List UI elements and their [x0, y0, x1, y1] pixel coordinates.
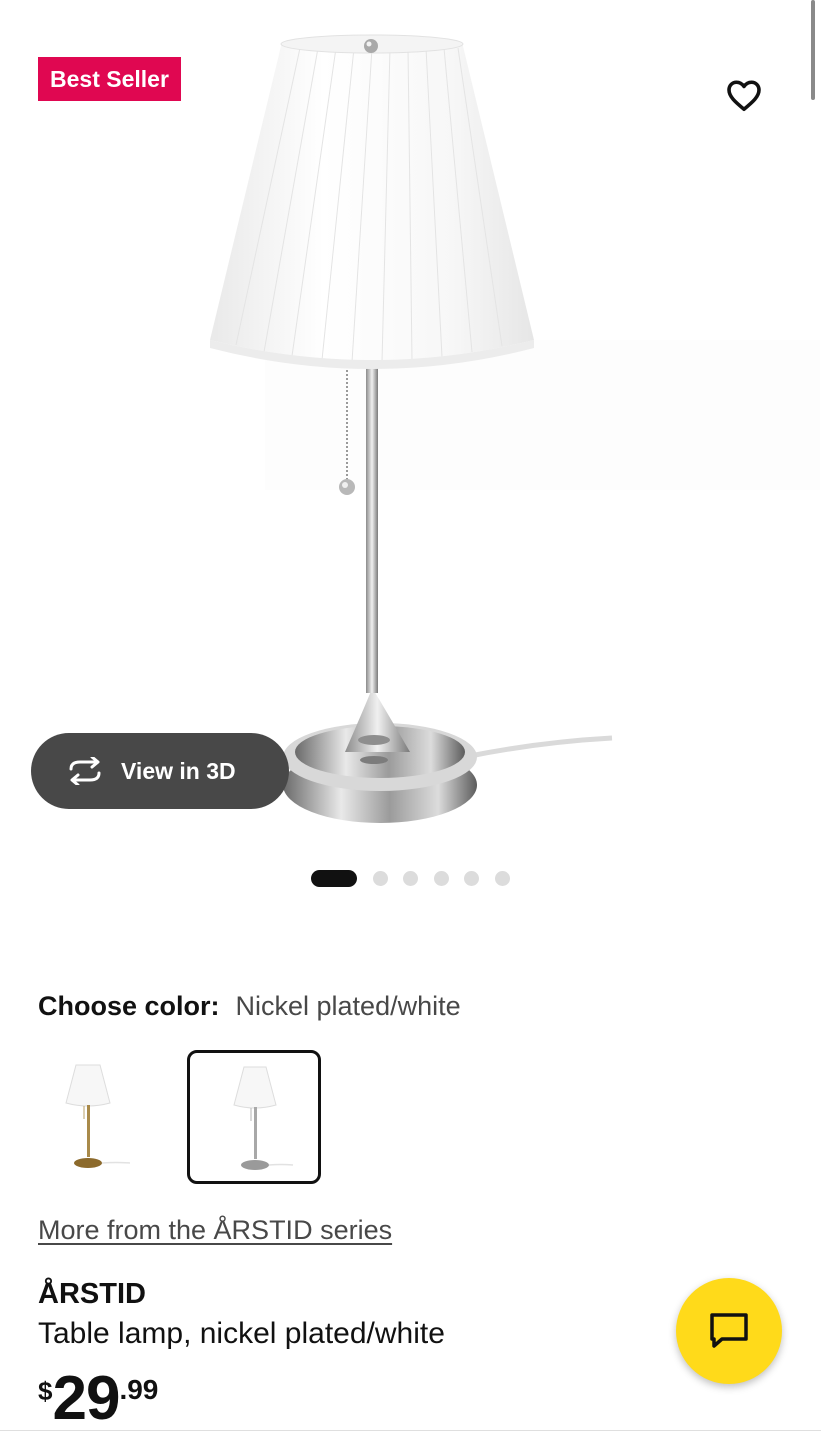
product-name: ÅRSTID — [38, 1278, 146, 1310]
price-integer: 29 — [52, 1364, 120, 1433]
chat-bubble-icon — [710, 1313, 748, 1348]
product-price: $ 29 .99 — [38, 1364, 158, 1434]
color-option-brass-white[interactable] — [26, 1050, 156, 1180]
product-image-lamp — [210, 34, 613, 823]
best-seller-badge: Best Seller — [38, 57, 181, 101]
gallery-pagination — [311, 869, 510, 887]
series-link[interactable]: More from the ÅRSTID series — [38, 1215, 392, 1246]
pagination-dot[interactable] — [372, 870, 388, 886]
pagination-dot[interactable] — [464, 870, 479, 886]
selected-color-value: Nickel plated/white — [235, 991, 461, 1021]
rotate-3d-icon — [63, 756, 107, 786]
lamp-thumbnail-brass — [65, 1064, 131, 1168]
pagination-dot[interactable] — [433, 870, 449, 886]
view-in-3d-label: View in 3D — [121, 757, 236, 784]
price-currency: $ — [38, 1376, 53, 1406]
divider — [0, 1430, 821, 1431]
lamp-thumbnail-nickel — [233, 1066, 294, 1170]
heart-outline-icon — [727, 80, 761, 112]
product-image-gallery[interactable]: Best Seller View in 3D — [0, 0, 821, 900]
chat-button[interactable] — [676, 1278, 782, 1384]
price-decimal: .99 — [119, 1374, 159, 1405]
choose-color-label: Choose color: — [38, 991, 220, 1021]
product-page: Best Seller View in 3D Choose color: Nic… — [0, 0, 821, 1440]
pagination-dot-active[interactable] — [311, 869, 357, 887]
product-description: Table lamp, nickel plated/white — [38, 1317, 445, 1350]
color-option-nickel-white[interactable] — [187, 1050, 321, 1184]
favorite-button[interactable] — [722, 73, 766, 117]
color-chooser-header: Choose color: Nickel plated/white — [38, 988, 461, 1024]
view-in-3d-button[interactable]: View in 3D — [31, 733, 289, 809]
pagination-dot[interactable] — [403, 870, 418, 886]
pagination-dot[interactable] — [494, 870, 510, 886]
best-seller-label: Best Seller — [50, 66, 169, 92]
